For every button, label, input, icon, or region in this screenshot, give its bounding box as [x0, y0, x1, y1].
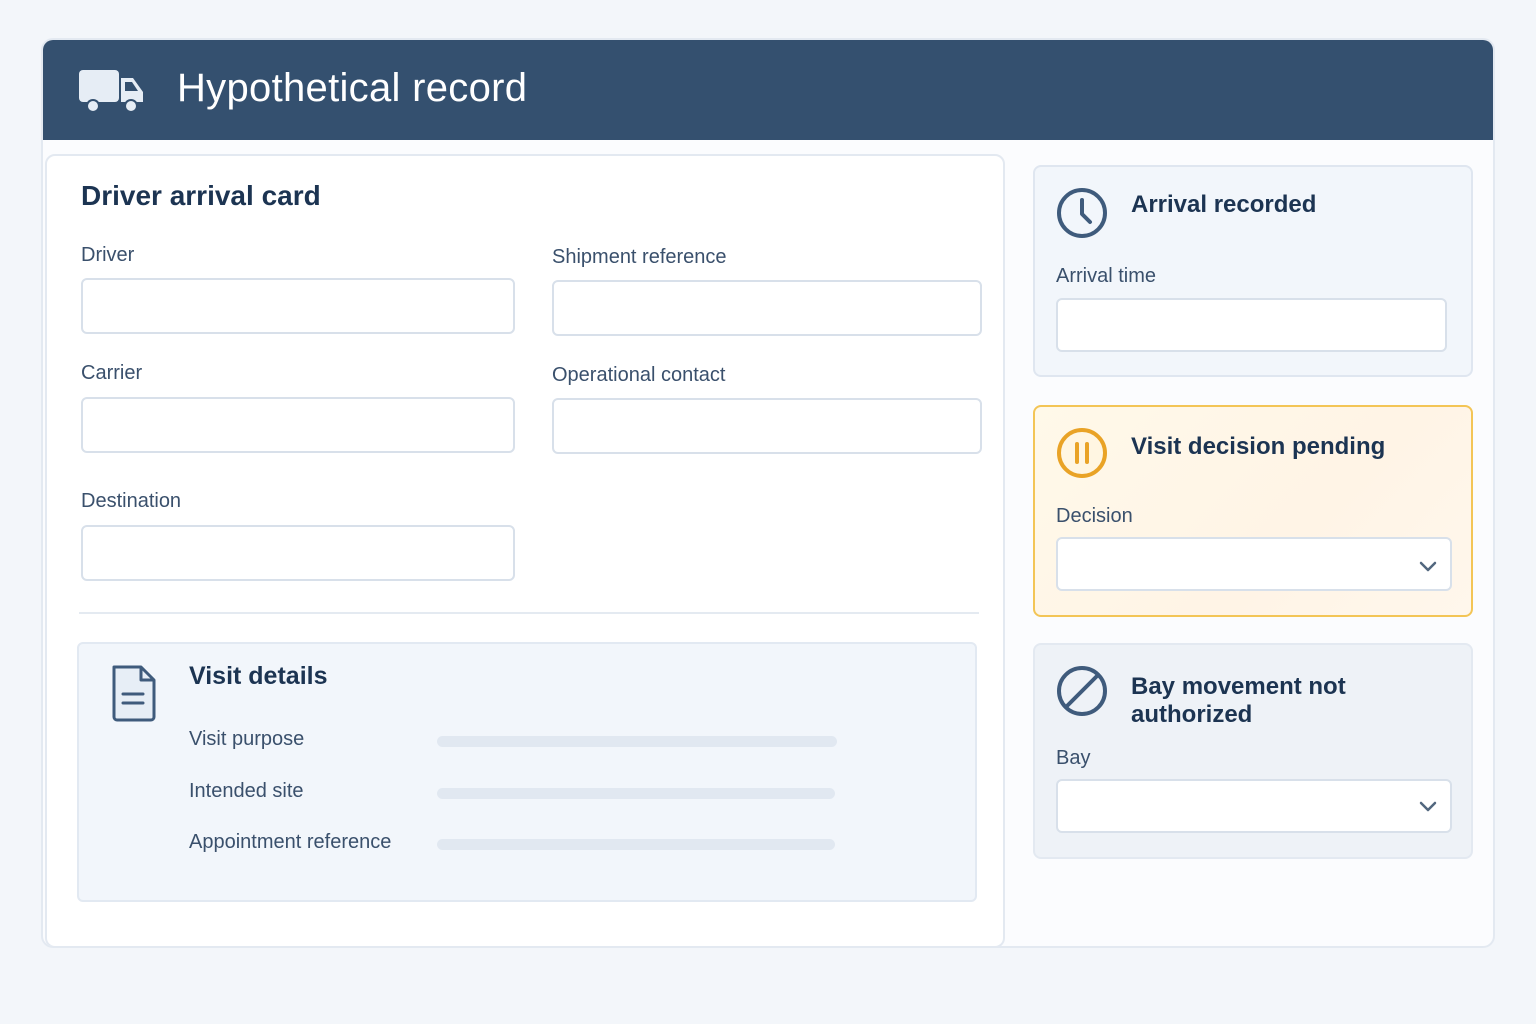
truck-icon — [79, 70, 143, 113]
intended-site-label: Intended site — [189, 780, 304, 802]
document-icon — [112, 665, 156, 722]
arrival-time-input[interactable] — [1056, 298, 1447, 352]
visit-details-section: Visit details Visit purpose Intended sit… — [77, 642, 977, 902]
arrival-time-label: Arrival time — [1056, 265, 1157, 287]
decision-status-title: Visit decision pending — [1131, 433, 1386, 460]
decision-select[interactable] — [1056, 537, 1452, 591]
shipment-reference-input[interactable] — [552, 280, 982, 336]
destination-input[interactable] — [81, 525, 515, 581]
record-window: Hypothetical record Driver arrival card … — [41, 38, 1495, 948]
shipment-reference-label: Shipment reference — [552, 246, 727, 268]
appointment-reference-label: Appointment reference — [189, 831, 392, 853]
decision-label: Decision — [1056, 505, 1133, 527]
chevron-down-icon[interactable] — [1417, 557, 1439, 575]
clock-icon — [1057, 188, 1107, 238]
driver-input[interactable] — [81, 278, 515, 334]
page-title: Hypothetical record — [177, 66, 528, 110]
operational-contact-input[interactable] — [552, 398, 982, 454]
intended-site-value-placeholder — [437, 788, 835, 799]
page-header: Hypothetical record — [43, 40, 1493, 140]
driver-arrival-card: Driver arrival card Driver Shipment refe… — [45, 154, 1005, 946]
visit-purpose-label: Visit purpose — [189, 728, 305, 750]
visit-details-title: Visit details — [189, 662, 328, 690]
bay-status-title: Bay movement not authorized — [1131, 673, 1346, 728]
bay-select[interactable] — [1056, 779, 1452, 833]
bay-label: Bay — [1056, 747, 1091, 769]
carrier-label: Carrier — [81, 362, 143, 384]
operational-contact-label: Operational contact — [552, 364, 726, 386]
carrier-input[interactable] — [81, 397, 515, 453]
appointment-reference-value-placeholder — [437, 839, 835, 850]
chevron-down-icon[interactable] — [1417, 797, 1439, 815]
bay-status-panel: Bay movement not authorized Bay — [1033, 643, 1473, 859]
card-title: Driver arrival card — [81, 180, 321, 211]
visit-purpose-value-placeholder — [437, 736, 837, 747]
arrival-status-title: Arrival recorded — [1131, 191, 1317, 218]
arrival-status-panel: Arrival recorded Arrival time — [1033, 165, 1473, 377]
destination-label: Destination — [81, 490, 182, 512]
decision-status-panel: Visit decision pending Decision — [1033, 405, 1473, 617]
prohibited-icon — [1057, 666, 1107, 716]
driver-label: Driver — [81, 244, 135, 266]
pause-icon — [1057, 428, 1107, 478]
section-divider — [79, 612, 979, 614]
